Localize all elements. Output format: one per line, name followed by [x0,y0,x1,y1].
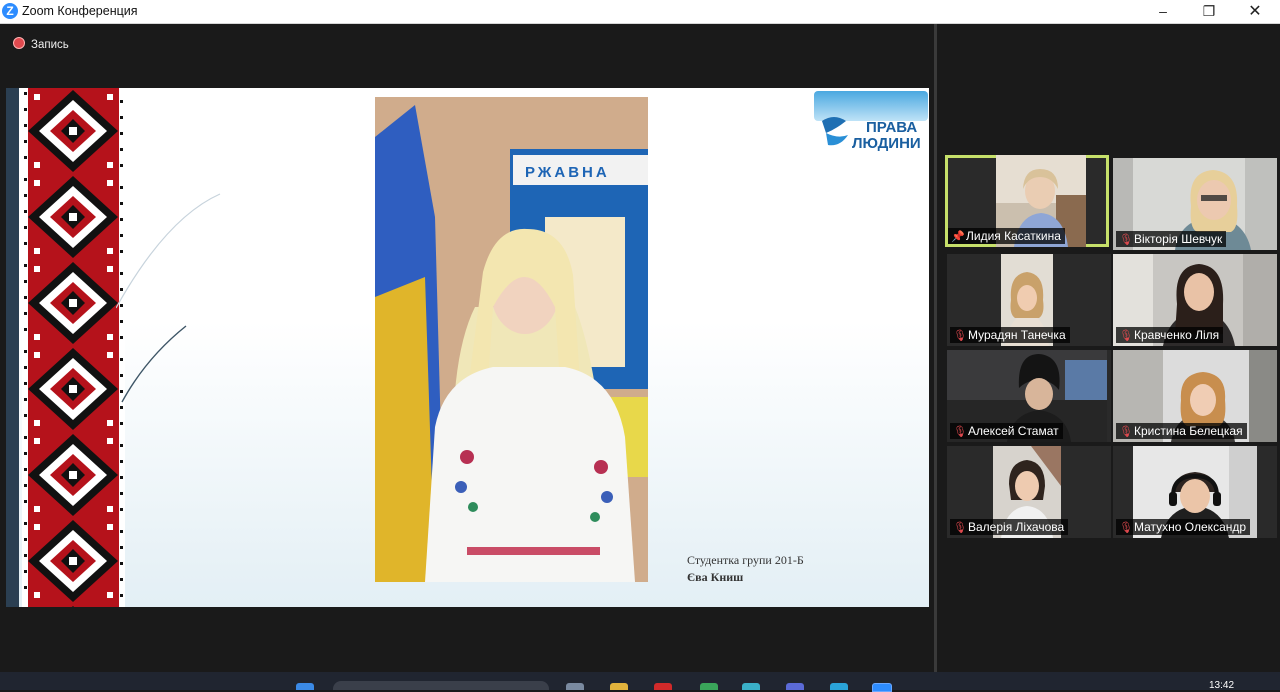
embroidery-ornament [22,88,125,607]
participant-tile-4[interactable]: 🎙Кравченко Ліля [1113,254,1277,346]
edge-icon[interactable] [742,683,760,690]
recording-indicator[interactable]: Запись [13,37,69,51]
participant-name-tag: 📌Лидия Касаткина [948,228,1065,244]
participant-name: Кравченко Ліля [1134,328,1220,342]
human-rights-logo: ПРАВА ЛЮДИНИ [814,91,928,155]
mic-muted-icon: 🎙 [1119,426,1133,438]
recording-label: Запись [31,39,69,51]
participant-tile-5[interactable]: 🎙Алексей Стамат [947,350,1111,442]
participant-name: Кристина Белецкая [1134,424,1243,438]
mic-muted-icon: 🎙 [1119,234,1133,246]
taskbar-search[interactable] [333,681,549,690]
participant-name: Валерія Ліхачова [968,520,1065,534]
zoom-logo-icon: Z [2,3,18,19]
participant-name: Лидия Касаткина [966,229,1061,243]
participant-name-tag: 🎙Матухно Олександр [1116,519,1251,535]
os-taskbar: 13:42 [0,672,1280,692]
participant-tile-2[interactable]: 🎙Вікторія Шевчук [1113,158,1277,250]
pin-icon: 📌 [951,231,965,243]
participant-name-tag: 🎙Кравченко Ліля [1116,327,1224,343]
logo-text-line1: ПРАВА [866,119,918,136]
file-explorer-icon[interactable] [610,683,628,690]
viber-icon[interactable] [786,683,804,690]
recording-icon [13,37,25,49]
participant-name: Мурадян Танечка [968,328,1066,342]
mic-muted-icon: 🎙 [953,426,967,438]
participant-tile-7[interactable]: 🎙Валерія Ліхачова [947,446,1111,538]
maximize-button[interactable]: ❐ [1186,0,1232,23]
mic-muted-icon: 🎙 [953,522,967,534]
mic-muted-icon: 🎙 [953,330,967,342]
participant-name-tag: 🎙Мурадян Танечка [950,327,1070,343]
chrome-icon[interactable] [700,683,718,690]
participant-tile-6[interactable]: 🎙Кристина Белецкая [1113,350,1277,442]
presentation-slide: РЖАВНА ПРАВА ЛЮДИНИ Студентка групи 201-… [6,88,929,607]
logo-text-line2: ЛЮДИНИ [852,135,921,152]
banner-text: РЖАВНА [525,164,610,181]
window-title: Zoom Конференция [22,4,138,18]
slide-edge-strip [6,88,19,607]
participant-tile-3[interactable]: 🎙Мурадян Танечка [947,254,1111,346]
opera-icon[interactable] [654,683,672,690]
participant-name: Алексей Стамат [968,424,1059,438]
participant-name-tag: 🎙Вікторія Шевчук [1116,231,1227,247]
telegram-icon[interactable] [830,683,848,690]
zoom-taskbar-icon[interactable] [872,683,892,692]
mic-muted-icon: 🎙 [1119,522,1133,534]
participant-tile-8[interactable]: 🎙Матухно Олександр [1113,446,1277,538]
mic-muted-icon: 🎙 [1119,330,1133,342]
start-icon[interactable] [296,683,314,690]
participant-name-tag: 🎙Кристина Белецкая [1116,423,1247,439]
speaker-photo: РЖАВНА [375,97,648,582]
participant-name: Матухно Олександр [1134,520,1247,534]
caption-group: Студентка групи 201-Б [687,553,804,567]
participant-name-tag: 🎙Алексей Стамат [950,423,1063,439]
task-view-icon[interactable] [566,683,584,690]
taskbar-clock: 13:42 [1209,680,1235,691]
title-bar: Z Zoom Конференция – ❐ ✕ [0,0,1280,24]
participant-tile-1[interactable]: 📌Лидия Касаткина [945,155,1109,247]
participant-name: Вікторія Шевчук [1134,232,1223,246]
caption-student-name: Єва Книш [687,570,744,584]
participant-name-tag: 🎙Валерія Ліхачова [950,519,1069,535]
decorative-curve [116,193,221,403]
close-button[interactable]: ✕ [1232,0,1278,23]
minimize-button[interactable]: – [1140,0,1186,23]
gallery-panel [937,24,1280,672]
speaker-video: РЖАВНА [375,97,648,582]
